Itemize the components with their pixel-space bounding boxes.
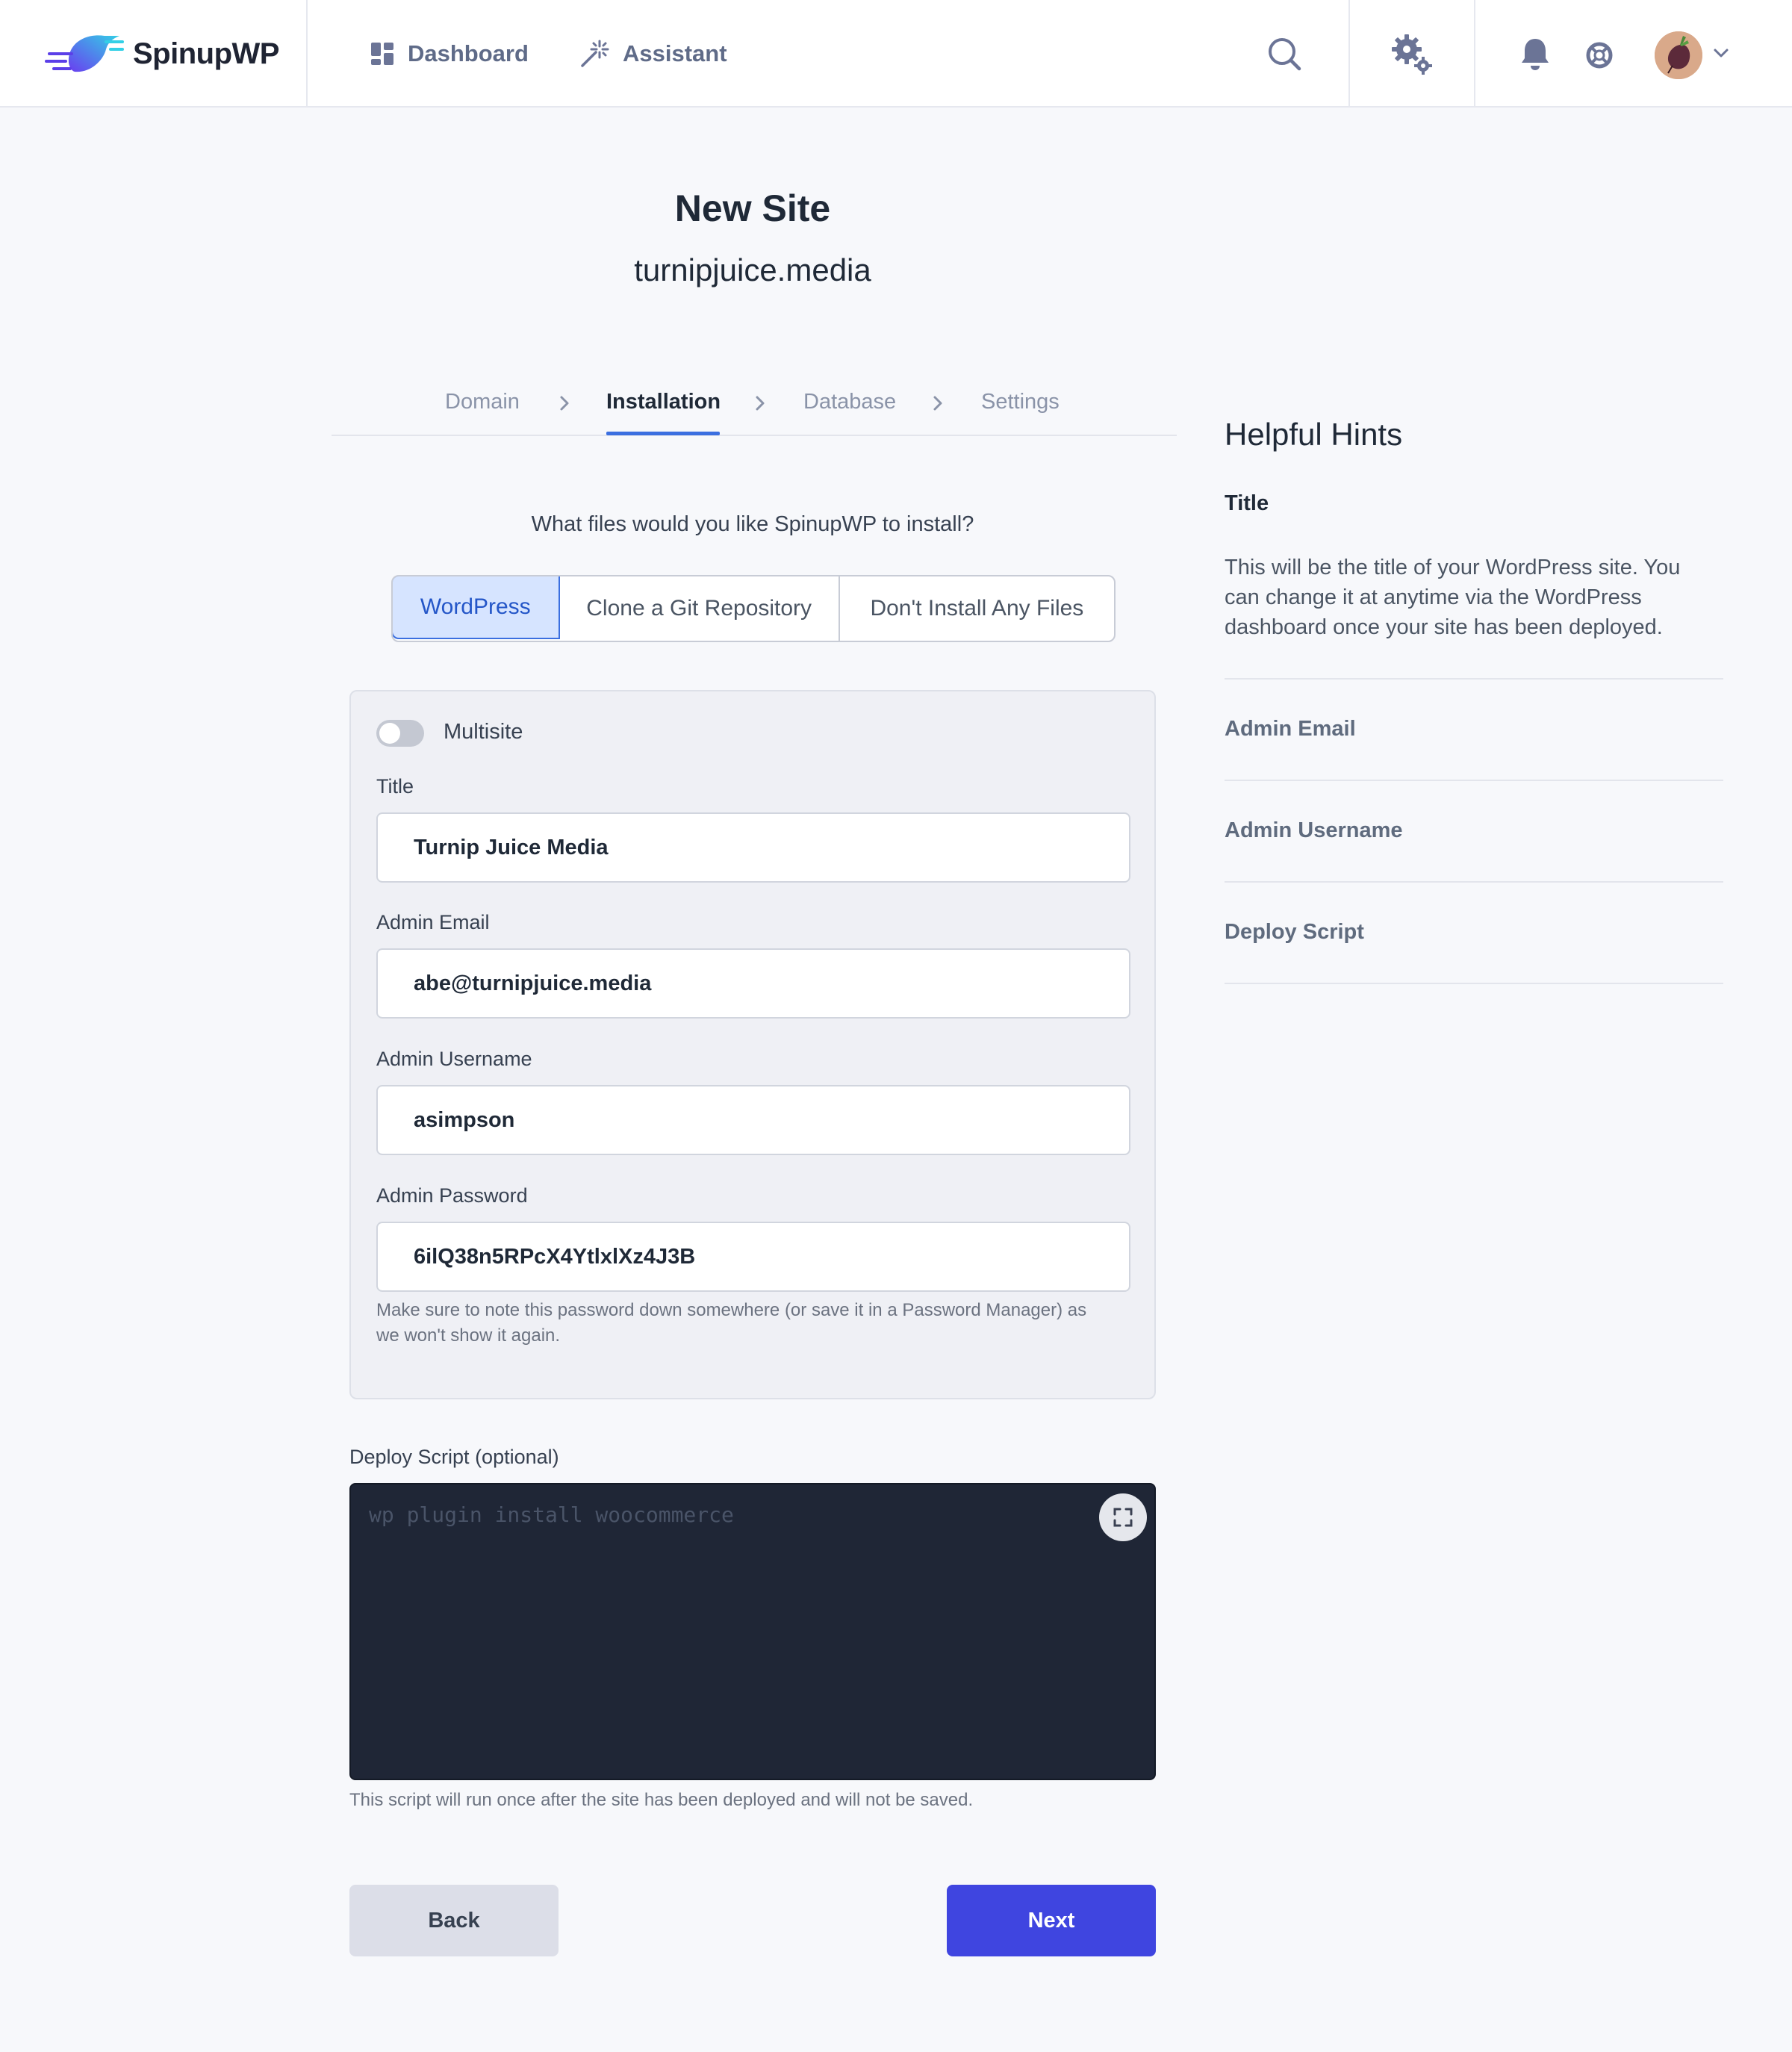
chevron-right-icon (933, 396, 942, 411)
hint-divider (1225, 780, 1723, 781)
spinupwp-logo-icon (45, 35, 124, 72)
brand-name: SpinupWP (133, 37, 279, 70)
admin-password-label: Admin Password (376, 1184, 528, 1207)
page-subtitle: turnipjuice.media (634, 252, 871, 287)
admin-password-input[interactable] (376, 1222, 1130, 1292)
back-button[interactable]: Back (349, 1885, 559, 1956)
nav-assistant[interactable]: Assistant (579, 39, 727, 69)
deploy-script-help: This script will run once after the site… (349, 1790, 974, 1810)
brand[interactable]: SpinupWP (0, 0, 308, 108)
hint-divider (1225, 678, 1723, 680)
hint-admin-username[interactable]: Admin Username (1225, 818, 1403, 843)
chevron-right-icon (756, 396, 765, 411)
help-lifebuoy-icon[interactable] (1586, 42, 1613, 69)
step-domain[interactable]: Domain (445, 390, 520, 414)
dashboard-icon (371, 43, 393, 65)
deploy-script-editor[interactable] (349, 1483, 1156, 1780)
hint-deploy-script[interactable]: Deploy Script (1225, 920, 1364, 945)
nav-dashboard[interactable]: Dashboard (370, 39, 529, 69)
nav-dashboard-label: Dashboard (408, 40, 529, 66)
avatar[interactable] (1655, 31, 1702, 79)
step-installation[interactable]: Installation (606, 390, 721, 414)
multisite-toggle[interactable] (376, 720, 424, 747)
hint-title-body: This will be the title of your WordPress… (1225, 556, 1681, 639)
gear-icon[interactable] (1390, 33, 1435, 78)
top-header: SpinupWP Dashboard Assistant (0, 0, 1792, 108)
install-question: What files would you like SpinupWP to in… (531, 512, 974, 536)
hint-title-heading[interactable]: Title (1225, 491, 1269, 516)
next-button[interactable]: Next (947, 1885, 1156, 1956)
header-divider (1348, 0, 1350, 108)
page-title: New Site (674, 187, 831, 229)
install-options: WordPress Clone a Git Repository Don't I… (391, 575, 1116, 642)
title-input[interactable] (376, 812, 1130, 883)
deploy-script-label: Deploy Script (optional) (349, 1446, 559, 1468)
active-step-indicator (606, 432, 720, 435)
chevron-right-icon (560, 396, 569, 411)
chevron-down-icon[interactable] (1713, 48, 1729, 58)
admin-email-input[interactable] (376, 948, 1130, 1019)
steps-divider (332, 435, 1177, 436)
password-help-text: Make sure to note this password down som… (376, 1298, 1086, 1349)
multisite-label: Multisite (444, 720, 523, 744)
expand-icon (1113, 1508, 1133, 1527)
title-label: Title (376, 775, 414, 798)
option-clone-git-repository[interactable]: Clone a Git Repository (560, 576, 840, 641)
option-no-files[interactable]: Don't Install Any Files (840, 576, 1114, 641)
step-database[interactable]: Database (803, 390, 896, 414)
admin-username-input[interactable] (376, 1085, 1130, 1155)
hint-divider (1225, 881, 1723, 883)
hints-title: Helpful Hints (1225, 417, 1403, 452)
bell-icon[interactable] (1520, 37, 1550, 72)
wordpress-settings-card (349, 690, 1156, 1399)
option-wordpress[interactable]: WordPress (393, 576, 560, 639)
avatar-image-icon (1655, 31, 1702, 79)
hint-admin-email[interactable]: Admin Email (1225, 717, 1356, 741)
admin-email-label: Admin Email (376, 911, 490, 933)
fullscreen-button[interactable] (1099, 1493, 1147, 1541)
nav-assistant-label: Assistant (623, 40, 727, 66)
magic-wand-icon (581, 40, 609, 67)
hint-divider (1225, 983, 1723, 984)
password-help-line: Make sure to note this password down som… (376, 1300, 1087, 1320)
admin-username-label: Admin Username (376, 1048, 532, 1070)
search-icon[interactable] (1266, 36, 1302, 72)
password-help-line: we won't show it again. (376, 1325, 561, 1346)
step-settings[interactable]: Settings (981, 390, 1060, 414)
header-divider (1474, 0, 1475, 108)
